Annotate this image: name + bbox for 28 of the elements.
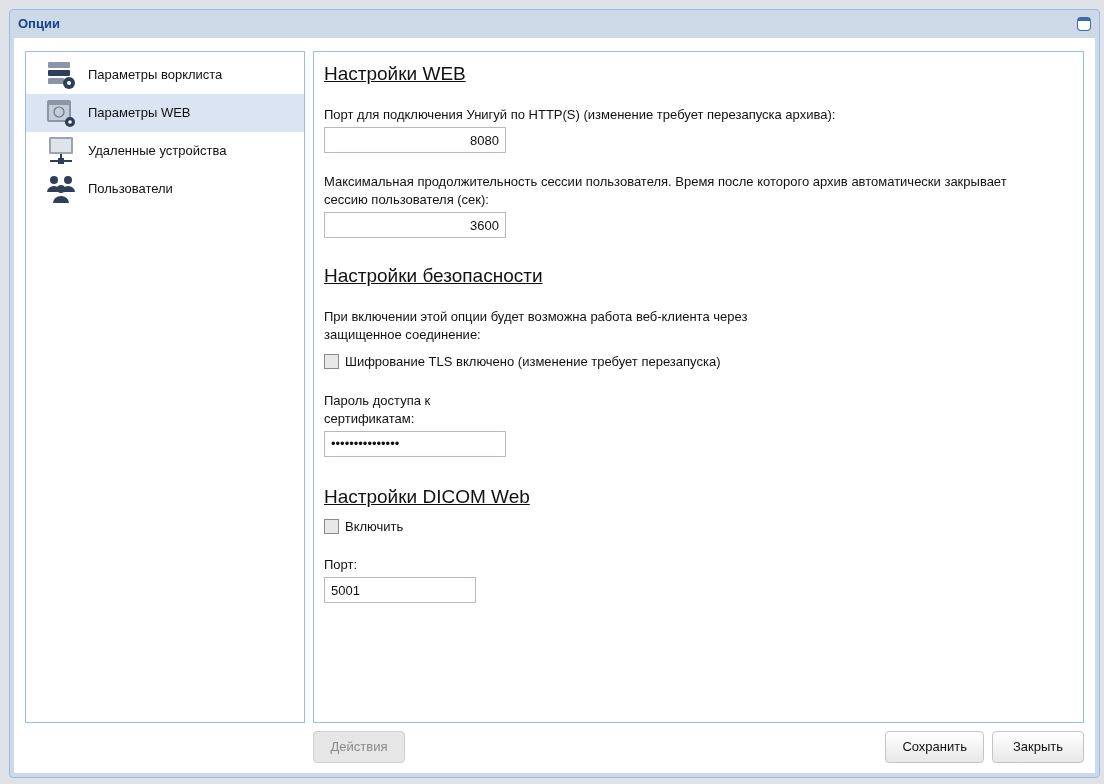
browser-gear-icon xyxy=(46,98,76,128)
port-field[interactable]: 5001 xyxy=(324,577,476,603)
checkbox-label: Шифрование TLS включено (изменение требует перезапуска) xyxy=(345,353,721,371)
maximize-icon[interactable] xyxy=(1077,17,1091,31)
window-title: Опции xyxy=(18,15,60,34)
network-monitor-icon xyxy=(46,136,76,166)
field-label: Пароль доступа к сертификатам: xyxy=(324,391,432,428)
section-heading: Настройки DICOM Web xyxy=(324,484,531,509)
description-text: Порт: xyxy=(324,556,359,574)
description-text: При включении этой опции будет возможна работа веб-клиента через защищенное соединение: xyxy=(324,308,749,344)
sidebar-item[interactable]: Параметры ворклиста xyxy=(26,56,304,94)
password-field[interactable]: ••••••••••••••• xyxy=(324,430,506,457)
checkbox[interactable] xyxy=(324,354,339,370)
number-field[interactable]: 3600 xyxy=(324,212,506,238)
number-field[interactable]: 8080 xyxy=(324,127,506,153)
dialog-button[interactable]: Закрыть xyxy=(992,731,1084,763)
sidebar-item[interactable]: Пользователи xyxy=(26,170,304,208)
users-icon xyxy=(46,174,76,204)
server-gear-icon xyxy=(46,60,76,90)
description-text: Порт для подключения Унигуй по HTTP(S) (изменение требует перезапуска архива): xyxy=(324,106,837,124)
checkbox-label: Включить xyxy=(345,517,404,536)
section-heading: Настройки безопасности xyxy=(324,264,544,288)
section-heading: Настройки WEB xyxy=(324,62,467,86)
dialog-button[interactable]: Сохранить xyxy=(885,731,984,763)
description-text: Максимальная продолжительность сессии пользователя. Время после которого архив автоматически закрывает сессию пользователя (сек): xyxy=(324,173,1008,209)
sidebar-item[interactable]: Удаленные устройства xyxy=(26,132,304,170)
checkbox[interactable] xyxy=(324,518,339,534)
sidebar-item[interactable]: Параметры WEB xyxy=(26,94,304,132)
